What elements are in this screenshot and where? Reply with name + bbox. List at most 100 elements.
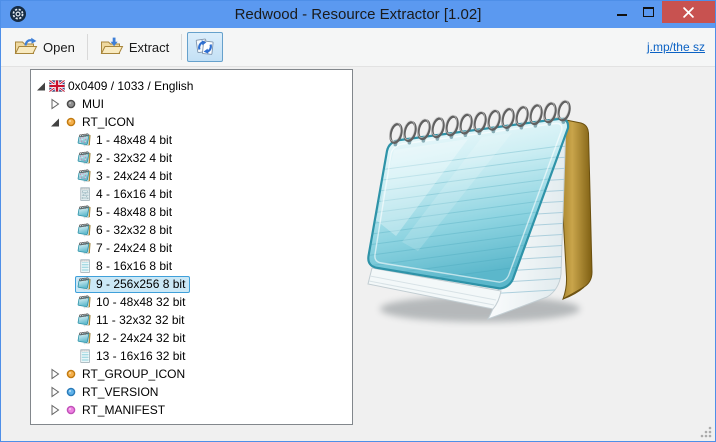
tree-item-content[interactable]: 4 - 16x16 4 bit: [75, 186, 177, 203]
gear-icon: [9, 5, 27, 23]
maximize-button[interactable]: [635, 1, 662, 23]
exp-collapsed: [50, 404, 60, 416]
titlebar[interactable]: Redwood - Resource Extractor [1.02]: [1, 1, 715, 28]
open-button[interactable]: Open: [7, 31, 82, 63]
thumb-page-icon: [77, 348, 93, 364]
tree-item-content[interactable]: RT_VERSION: [61, 384, 163, 401]
extract-button[interactable]: Extract: [93, 31, 176, 63]
tree-item-content[interactable]: 5 - 48x48 8 bit: [75, 204, 177, 221]
exp-expanded: [50, 116, 60, 128]
tree-item-content[interactable]: 7 - 24x24 8 bit: [75, 240, 177, 257]
tree-item[interactable]: RT_VERSION: [31, 383, 352, 401]
expander-spacer: [63, 278, 75, 290]
tree-item-content[interactable]: 11 - 32x32 32 bit: [75, 312, 190, 329]
app-window: Redwood - Resource Extractor [1.02] Open: [0, 0, 716, 442]
expander-spacer: [63, 188, 75, 200]
maximize-icon: [643, 7, 654, 17]
thumb-pad-dither-icon: [77, 168, 93, 184]
tree-item-label: 12 - 24x24 32 bit: [93, 331, 185, 345]
tree-item[interactable]: 4 - 16x16 4 bit: [31, 185, 352, 203]
thumb-pad-icon: [77, 312, 93, 328]
tree-item[interactable]: 6 - 32x32 8 bit: [31, 221, 352, 239]
tree-item-content[interactable]: 6 - 32x32 8 bit: [75, 222, 177, 239]
toolbar-separator: [181, 34, 182, 60]
tree-item[interactable]: 8 - 16x16 8 bit: [31, 257, 352, 275]
tree-item[interactable]: RT_GROUP_ICON: [31, 365, 352, 383]
tree-item-label: 7 - 24x24 8 bit: [93, 241, 172, 255]
bullet-gray-icon: [63, 96, 79, 112]
expander-spacer: [63, 296, 75, 308]
notepad-preview-image: [360, 88, 610, 328]
tree-item[interactable]: 11 - 32x32 32 bit: [31, 311, 352, 329]
tree-item[interactable]: MUI: [31, 95, 352, 113]
tree-item[interactable]: 9 - 256x256 8 bit: [31, 275, 352, 293]
expander-spacer: [63, 350, 75, 362]
minimize-button[interactable]: [608, 1, 635, 23]
flag-uk-icon: [49, 78, 65, 94]
tree-item-content[interactable]: RT_GROUP_ICON: [61, 366, 190, 383]
tree-item-content[interactable]: RT_ICON: [61, 114, 139, 131]
tree-item[interactable]: 10 - 48x48 32 bit: [31, 293, 352, 311]
expander-spacer: [63, 206, 75, 218]
tree-item-label: 11 - 32x32 32 bit: [93, 313, 185, 327]
close-icon: [683, 7, 694, 18]
tree-item-label: 2 - 32x32 4 bit: [93, 151, 172, 165]
exp-collapsed: [50, 98, 60, 110]
expander-spacer: [63, 242, 75, 254]
tree-item-label: RT_VERSION: [79, 385, 158, 399]
expander-collapsed-icon[interactable]: [49, 404, 61, 416]
bullet-pink-icon: [63, 402, 79, 418]
expander-spacer: [63, 152, 75, 164]
tree-item[interactable]: 13 - 16x16 32 bit: [31, 347, 352, 365]
expander-collapsed-icon[interactable]: [49, 368, 61, 380]
tree-item[interactable]: 0x0409 / 1033 / English: [31, 77, 352, 95]
tree-item[interactable]: 12 - 24x24 32 bit: [31, 329, 352, 347]
bullet-orange-icon: [63, 366, 79, 382]
tree-item[interactable]: 3 - 24x24 4 bit: [31, 167, 352, 185]
tree-item-content[interactable]: MUI: [61, 96, 109, 113]
tree-item-content[interactable]: 0x0409 / 1033 / English: [47, 78, 198, 95]
thumb-page-icon: [77, 258, 93, 274]
expander-expanded-icon[interactable]: [49, 116, 61, 128]
main-area: 0x0409 / 1033 / English MUI RT_ICON 1 - 48…: [1, 67, 715, 441]
expander-spacer: [63, 260, 75, 272]
tree-item-content[interactable]: 8 - 16x16 8 bit: [75, 258, 177, 275]
thumb-pad-dither-icon: [77, 150, 93, 166]
minimize-icon: [617, 14, 627, 16]
tree-item-selected[interactable]: 9 - 256x256 8 bit: [75, 276, 190, 293]
website-link[interactable]: j.mp/the sz: [647, 40, 705, 54]
tree-item-content[interactable]: RT_MANIFEST: [61, 402, 170, 419]
tree-item-content[interactable]: 3 - 24x24 4 bit: [75, 168, 177, 185]
tree-item[interactable]: 5 - 48x48 8 bit: [31, 203, 352, 221]
tree-item[interactable]: 2 - 32x32 4 bit: [31, 149, 352, 167]
tree-item[interactable]: 1 - 48x48 4 bit: [31, 131, 352, 149]
tree-item[interactable]: 7 - 24x24 8 bit: [31, 239, 352, 257]
tree-item-content[interactable]: 10 - 48x48 32 bit: [75, 294, 190, 311]
expander-collapsed-icon[interactable]: [49, 98, 61, 110]
thumb-pad-icon: [77, 222, 93, 238]
tree-item-label: 1 - 48x48 4 bit: [93, 133, 172, 147]
extract-button-label: Extract: [129, 40, 169, 55]
extract-folder-icon: [100, 37, 124, 57]
tree-item-label: RT_GROUP_ICON: [79, 367, 185, 381]
thumb-pad-icon: [77, 240, 93, 256]
thumb-page-dither-icon: [77, 186, 93, 202]
tree-item-label: MUI: [79, 97, 104, 111]
tree-item-content[interactable]: 12 - 24x24 32 bit: [75, 330, 190, 347]
resize-grip[interactable]: [698, 424, 712, 438]
preview-toggle-button[interactable]: [187, 32, 223, 62]
tree-item[interactable]: RT_MANIFEST: [31, 401, 352, 419]
expander-expanded-icon[interactable]: [35, 80, 47, 92]
thumb-pad-dither-icon: [77, 132, 93, 148]
tree-item[interactable]: RT_ICON: [31, 113, 352, 131]
tree-item-label: 10 - 48x48 32 bit: [93, 295, 185, 309]
tree-item-content[interactable]: 13 - 16x16 32 bit: [75, 348, 190, 365]
toolbar: Open Extract j.mp/the sz: [1, 28, 715, 67]
pages-sync-icon: [194, 38, 216, 56]
tree-item-label: 4 - 16x16 4 bit: [93, 187, 172, 201]
expander-collapsed-icon[interactable]: [49, 386, 61, 398]
tree-item-content[interactable]: 2 - 32x32 4 bit: [75, 150, 177, 167]
close-button[interactable]: [662, 1, 715, 23]
tree-item-label: 8 - 16x16 8 bit: [93, 259, 172, 273]
tree-item-content[interactable]: 1 - 48x48 4 bit: [75, 132, 177, 149]
